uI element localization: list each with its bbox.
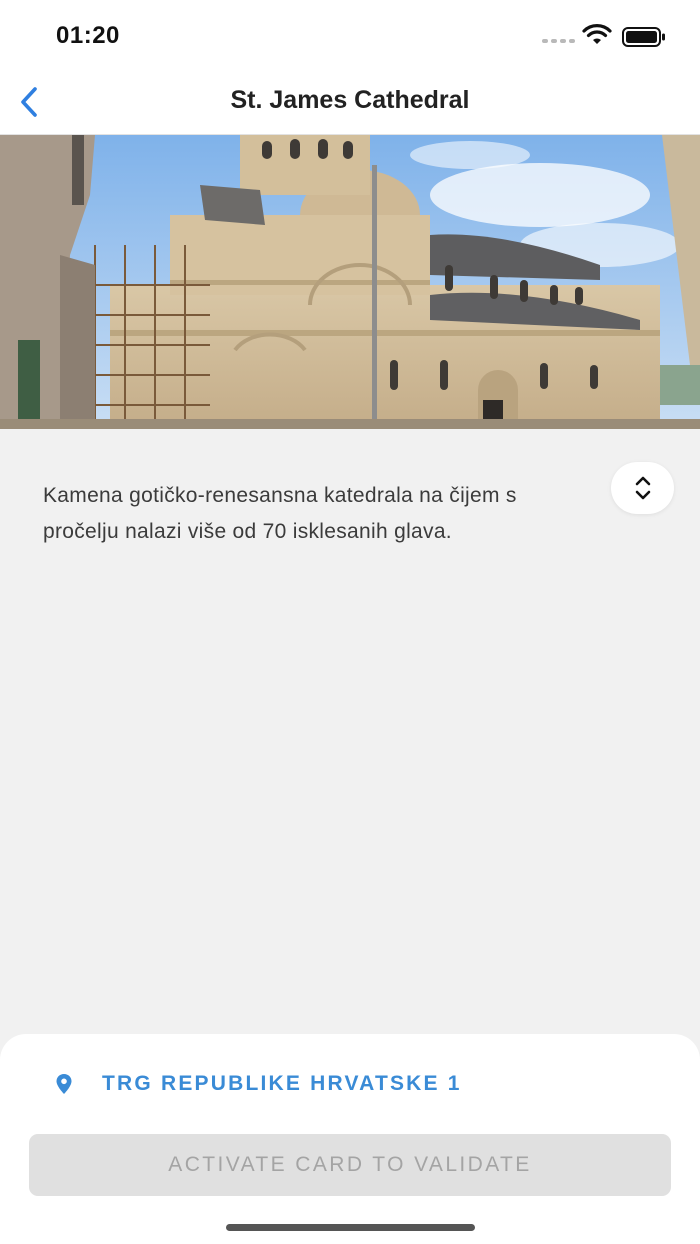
address-link[interactable]: TRG REPUBLIKE HRVATSKE 1 <box>52 1068 462 1100</box>
status-bar: 01:20 <box>0 0 700 70</box>
chevron-up-down-icon <box>635 476 650 500</box>
signal-dots-icon <box>542 39 575 43</box>
expand-description-button[interactable] <box>611 462 674 514</box>
bottom-sheet: TRG REPUBLIKE HRVATSKE 1 ACTIVATE CARD T… <box>0 1034 700 1244</box>
page-title: St. James Cathedral <box>230 86 470 114</box>
cathedral-photo <box>0 135 700 429</box>
description-text: Kamena gotičko-renesansna katedrala na č… <box>43 478 633 550</box>
navigation-bar: St. James Cathedral <box>0 70 700 135</box>
wifi-icon <box>582 24 612 44</box>
activate-card-label: ACTIVATE CARD TO VALIDATE <box>168 1153 532 1176</box>
description-line: pročelju nalazi više od 70 isklesanih gl… <box>43 520 452 543</box>
activate-card-button[interactable]: ACTIVATE CARD TO VALIDATE <box>29 1134 671 1196</box>
description-line: Kamena gotičko-renesansna katedrala na č… <box>43 484 517 507</box>
battery-icon <box>622 27 665 47</box>
home-indicator[interactable] <box>226 1224 475 1231</box>
location-pin-icon <box>56 1074 72 1094</box>
address-text: TRG REPUBLIKE HRVATSKE 1 <box>102 1072 462 1095</box>
screen: 01:20 St. James Cathedral Kamena gotičko… <box>0 0 700 1244</box>
status-time: 01:20 <box>56 22 120 49</box>
